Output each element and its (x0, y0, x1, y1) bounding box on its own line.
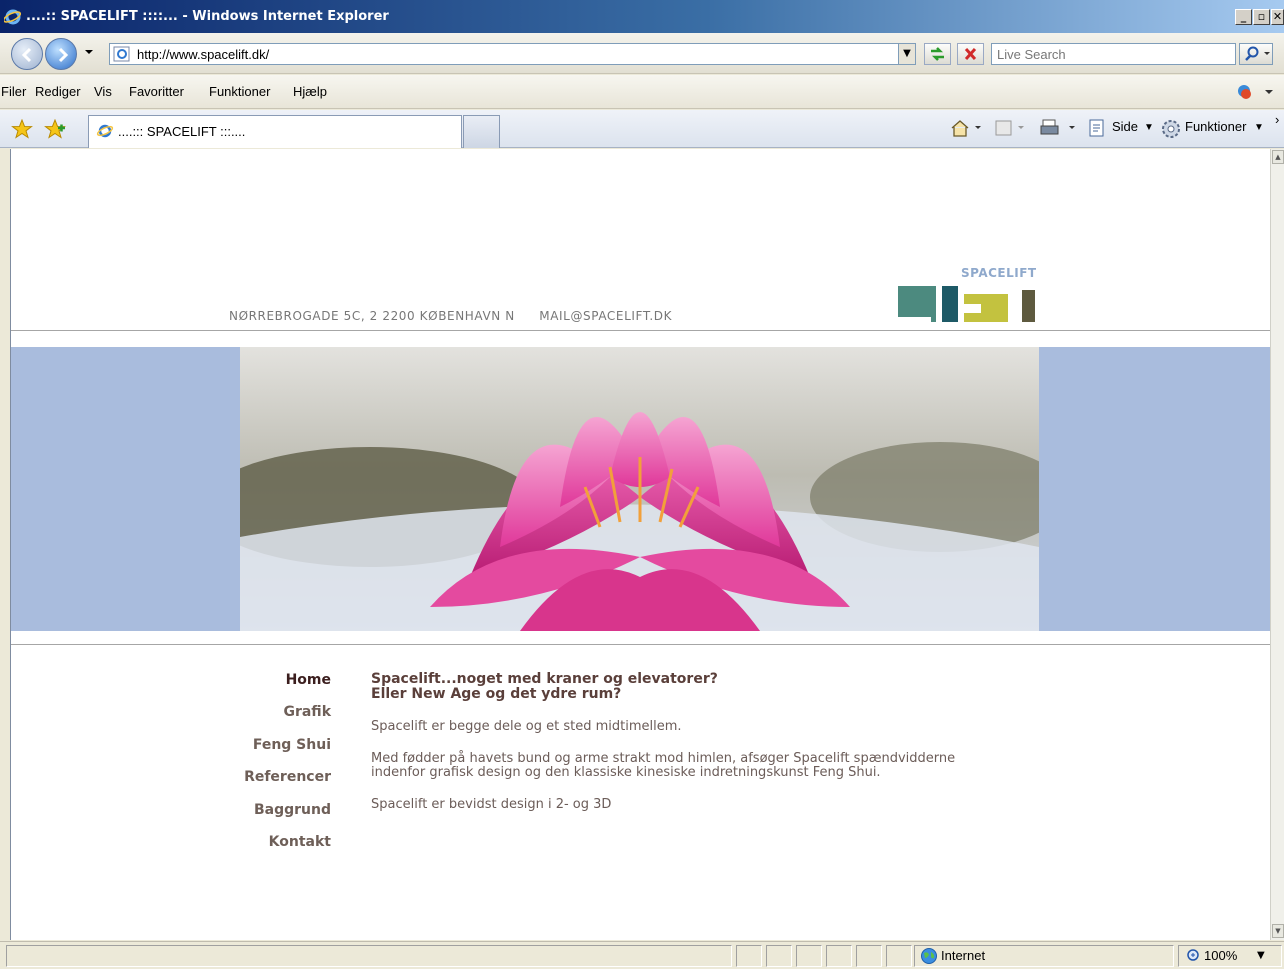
search-input[interactable] (992, 44, 1227, 65)
page-favicon-icon (113, 46, 130, 62)
page-viewport: NØRREBROGADE 5C, 2 2200 KØBENHAVN N MAIL… (10, 149, 1272, 940)
security-zone-label: Internet (941, 948, 986, 963)
zoom-icon (1187, 949, 1199, 961)
scroll-up-button[interactable]: ▲ (1272, 150, 1284, 164)
divider-top (11, 330, 1272, 331)
tools-dropdown-icon[interactable]: ▼ (1254, 122, 1264, 133)
magnifier-icon (1245, 46, 1270, 61)
gear-icon (1162, 120, 1180, 138)
tab-spacelift[interactable]: ....::: SPACELIFT :::.... (88, 115, 462, 148)
add-favorite-icon[interactable] (44, 119, 66, 139)
status-pane (826, 945, 852, 967)
url-text: http://www.spacelift.dk/ (137, 47, 270, 62)
nav-feng-shui[interactable]: Feng Shui (253, 737, 331, 753)
address-dropdown-button[interactable]: ▼ (898, 43, 916, 65)
divider-bottom (11, 644, 1272, 645)
nav-referencer[interactable]: Referencer (244, 769, 331, 785)
title-bar: ....:: SPACELIFT ::::... - Windows Inter… (0, 0, 1284, 33)
menu-favoritter[interactable]: Favoritter (129, 84, 184, 99)
browser-window: ....:: SPACELIFT ::::... - Windows Inter… (0, 0, 1284, 969)
close-button[interactable]: ✕ (1271, 9, 1284, 25)
status-pane (736, 945, 762, 967)
back-arrow-icon (21, 47, 32, 63)
globe-icon (921, 948, 937, 964)
contact-address: NØRREBROGADE 5C, 2 2200 KØBENHAVN N (229, 309, 515, 323)
contact-email-link[interactable]: MAIL@SPACELIFT.DK (539, 309, 672, 323)
paragraph-2: Med fødder på havets bund og arme strakt… (371, 752, 1071, 780)
search-button[interactable] (1239, 43, 1273, 65)
status-bar: Internet 100% ▼ (0, 941, 1284, 969)
headline-line-1: Spacelift...noget med kraner og elevator… (371, 671, 718, 687)
home-icon[interactable] (949, 118, 983, 138)
status-pane (856, 945, 882, 967)
restore-button[interactable]: ▫ (1253, 9, 1270, 25)
side-menu-button[interactable]: Side (1112, 119, 1138, 134)
nav-kontakt[interactable]: Kontakt (269, 834, 331, 850)
address-toolbar: http://www.spacelift.dk/ ▼ (0, 33, 1284, 74)
minimize-button[interactable]: _ (1235, 9, 1252, 25)
paragraph-1: Spacelift er begge dele og et sted midti… (371, 719, 682, 734)
new-tab-button[interactable] (463, 115, 500, 148)
window-title: ....:: SPACELIFT ::::... - Windows Inter… (26, 9, 389, 24)
tools-menu-button[interactable]: Funktioner (1185, 119, 1246, 134)
forward-arrow-icon (58, 47, 69, 63)
ie-icon (4, 9, 21, 25)
paragraph-2-line-1: Med fødder på havets bund og arme strakt… (371, 751, 956, 766)
nav-grafik[interactable]: Grafik (283, 704, 331, 720)
menu-rediger[interactable]: Rediger (35, 84, 81, 99)
status-pane (766, 945, 792, 967)
messenger-icon[interactable] (1235, 82, 1275, 102)
paragraph-3: Spacelift er bevidst design i 2- og 3D (371, 797, 612, 812)
scroll-down-button[interactable]: ▼ (1272, 924, 1284, 938)
side-dropdown-icon[interactable]: ▼ (1144, 122, 1154, 133)
feeds-icon[interactable] (994, 118, 1028, 138)
spacelift-logo[interactable] (898, 266, 1058, 322)
favorites-star-icon[interactable] (11, 119, 33, 139)
status-pane (796, 945, 822, 967)
print-icon[interactable] (1039, 118, 1083, 138)
banner (11, 347, 1272, 631)
nav-baggrund[interactable]: Baggrund (254, 802, 331, 818)
status-pane (886, 945, 912, 967)
vertical-scrollbar[interactable]: ▲ ▼ (1270, 149, 1284, 940)
refresh-icon (931, 47, 944, 61)
ie-page-icon (96, 124, 114, 138)
zoom-level[interactable]: 100% (1204, 948, 1237, 963)
back-button[interactable] (11, 38, 43, 70)
forward-button[interactable] (45, 38, 77, 70)
menu-bar: Filer Rediger Vis Favoritter Funktioner … (0, 75, 1284, 109)
tab-bar: ....::: SPACELIFT :::.... Side ▼ Funktio… (0, 110, 1284, 148)
zoom-dropdown-icon[interactable]: ▼ (1257, 950, 1265, 961)
tab-label: ....::: SPACELIFT :::.... (118, 124, 246, 139)
search-field[interactable] (991, 43, 1236, 65)
contact-line: NØRREBROGADE 5C, 2 2200 KØBENHAVN N MAIL… (229, 309, 672, 323)
menu-hjaelp[interactable]: Hjælp (293, 84, 327, 99)
stop-icon (964, 47, 977, 61)
nav-home[interactable]: Home (286, 672, 331, 688)
menu-filer[interactable]: Filer (1, 84, 26, 99)
chevron-more-icon[interactable]: › (1275, 112, 1279, 127)
page-icon (1089, 119, 1104, 137)
stop-button[interactable] (957, 43, 984, 65)
menu-funktioner[interactable]: Funktioner (209, 84, 270, 99)
history-dropdown-icon[interactable] (84, 48, 94, 56)
headline-line-2: Eller New Age og det ydre rum? (371, 686, 622, 702)
refresh-button[interactable] (924, 43, 951, 65)
menu-vis[interactable]: Vis (94, 84, 112, 99)
headline: Spacelift...noget med kraner og elevator… (371, 672, 1071, 702)
paragraph-2-line-2: indenfor grafisk design og den klassiske… (371, 765, 881, 780)
main-content: Spacelift...noget med kraner og elevator… (371, 672, 1071, 812)
address-field[interactable]: http://www.spacelift.dk/ (109, 43, 915, 65)
lotus-flower-image (240, 347, 1039, 631)
status-text-pane (6, 945, 732, 967)
